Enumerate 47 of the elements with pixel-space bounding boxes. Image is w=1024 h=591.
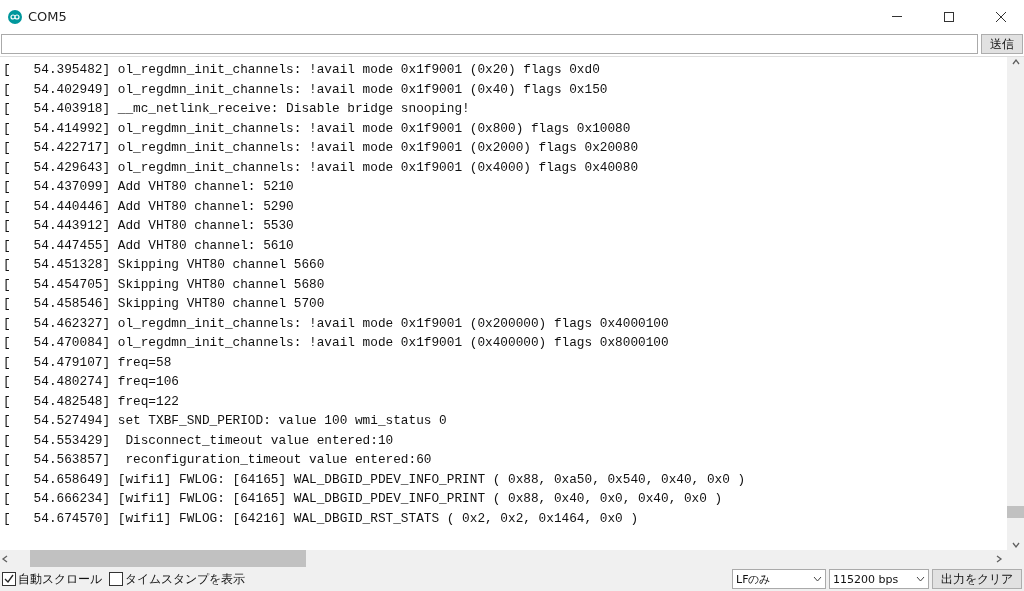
log-line: [ 54.440446] Add VHT80 channel: 5290 bbox=[3, 197, 295, 216]
log-line: [ 54.482548] freq=122 bbox=[3, 392, 180, 411]
log-line: [ 54.658649] [wifi1] FWLOG: [64165] WAL_DBGID_PDEV_INFO_PRINT ( 0x88, 0xa50, 0x540, 0x40, 0x0 ) bbox=[3, 470, 747, 489]
log-line: [ 54.403918] __mc_netlink_receive: Disable bridge snooping! bbox=[3, 100, 471, 118]
checkbox-label[interactable]: 自動スクロール bbox=[18, 570, 102, 588]
app-logo-icon bbox=[8, 9, 22, 24]
send-button[interactable]: 送信 bbox=[981, 34, 1023, 54]
horizontal-scrollbar[interactable] bbox=[0, 550, 1024, 567]
log-line: [ 54.527494] set TXBF_SND_PERIOD: value 100 wmi_status 0 bbox=[3, 412, 448, 430]
log-line: [ 54.666234] [wifi1] FWLOG: [64165] WAL_DBGID_PDEV_INFO_PRINT ( 0x88, 0x40, 0x0, 0x40, 0x0 ) bbox=[3, 490, 724, 508]
scrollbar-thumb[interactable] bbox=[1007, 506, 1024, 518]
clear-output-button[interactable]: 出力をクリア bbox=[932, 569, 1022, 589]
log-line: [ 54.395482] ol_regdmn_init_channels: !avail mode 0x1f9001 (0x20) flags 0xd0 bbox=[3, 61, 601, 79]
log-line: [ 54.454705] Skipping VHT80 channel 5680 bbox=[3, 275, 326, 294]
log-line: [ 54.437099] Add VHT80 channel: 5210 bbox=[3, 178, 295, 196]
log-line: [ 54.674570] [wifi1] FWLOG: [64216] WAL_DBGID_RST_STATS ( 0x2, 0x2, 0x1464, 0x0 ) bbox=[3, 509, 640, 528]
log-line: [ 54.470084] ol_regdmn_init_channels: !avail mode 0x1f9001 (0x400000) flags 0x8000100 bbox=[3, 334, 670, 352]
log-line: [ 54.402949] ol_regdmn_init_channels: !avail mode 0x1f9001 (0x40) flags 0x150 bbox=[3, 80, 609, 99]
window-title: COM5 bbox=[28, 9, 68, 24]
scroll-right-icon[interactable] bbox=[994, 553, 1004, 564]
dropdown[interactable]: LFのみ bbox=[732, 569, 826, 589]
log-line: [ 54.447455] Add VHT80 channel: 5610 bbox=[3, 236, 295, 255]
log-line: [ 54.458546] Skipping VHT80 channel 5700 bbox=[3, 295, 326, 313]
checkbox[interactable] bbox=[2, 572, 16, 586]
close-icon[interactable] bbox=[996, 11, 1006, 22]
log-line: [ 54.479107] freq=58 bbox=[3, 353, 173, 372]
caret-icon[interactable] bbox=[813, 576, 822, 582]
log-line: [ 54.563857] reconfiguration_timeout value entered:60 bbox=[3, 451, 433, 469]
scroll-left-icon[interactable] bbox=[0, 553, 10, 564]
log-line: [ 54.414992] ol_regdmn_init_channels: !avail mode 0x1f9001 (0x800) flags 0x10080 bbox=[3, 119, 632, 138]
log-line: [ 54.429643] ol_regdmn_init_channels: !avail mode 0x1f9001 (0x4000) flags 0x40080 bbox=[3, 158, 640, 177]
log-line: [ 54.480274] freq=106 bbox=[3, 373, 180, 391]
vertical-scrollbar[interactable] bbox=[1007, 57, 1024, 550]
checkbox-label[interactable]: タイムスタンプを表示 bbox=[125, 570, 245, 588]
log-line: [ 54.451328] Skipping VHT80 channel 5660 bbox=[3, 256, 326, 274]
scroll-down-icon[interactable] bbox=[1010, 540, 1021, 550]
caret-icon[interactable] bbox=[916, 576, 925, 582]
dropdown[interactable]: 115200 bps bbox=[829, 569, 929, 589]
log-line: [ 54.553429] Disconnect_timeout value entered:10 bbox=[3, 431, 395, 450]
checkbox[interactable] bbox=[109, 572, 123, 586]
maximize-icon[interactable] bbox=[944, 11, 954, 22]
scroll-up-icon[interactable] bbox=[1010, 57, 1021, 67]
log-line: [ 54.422717] ol_regdmn_init_channels: !avail mode 0x1f9001 (0x2000) flags 0x20080 bbox=[3, 139, 640, 157]
scrollbar-thumb[interactable] bbox=[30, 550, 306, 567]
input-field[interactable] bbox=[1, 34, 978, 54]
log-line: [ 54.443912] Add VHT80 channel: 5530 bbox=[3, 217, 295, 235]
log-line: [ 54.462327] ol_regdmn_init_channels: !avail mode 0x1f9001 (0x200000) flags 0x4000100 bbox=[3, 314, 670, 333]
